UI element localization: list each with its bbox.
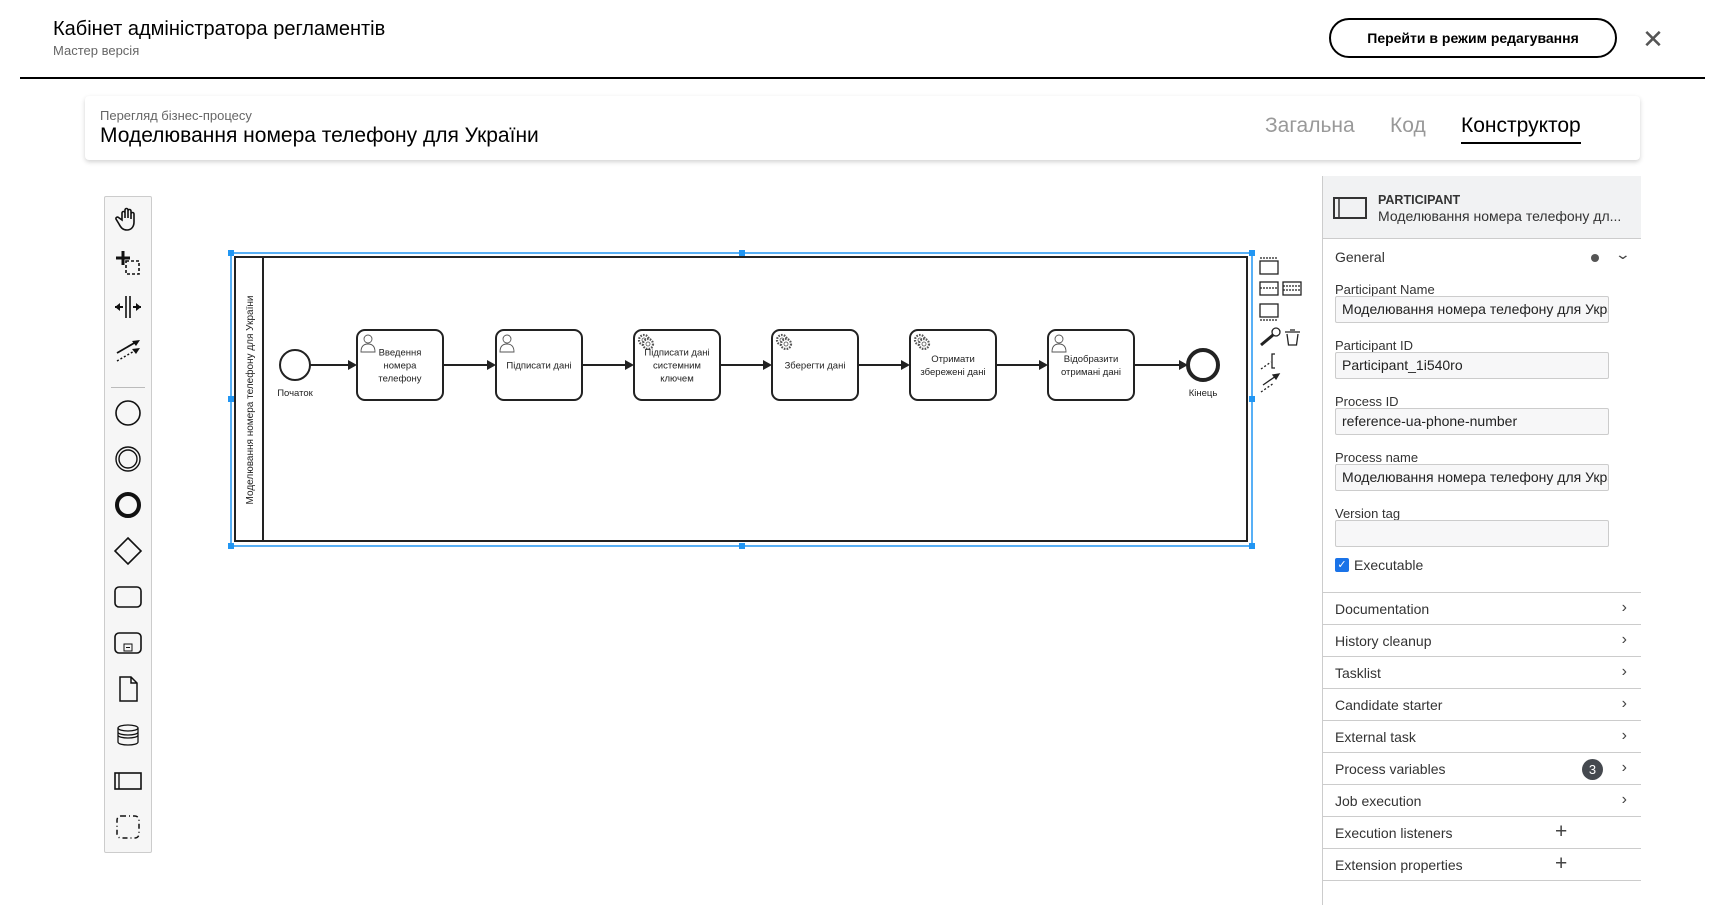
section-label: Candidate starter: [1335, 696, 1443, 713]
section-external-task[interactable]: External task ›: [1323, 721, 1641, 753]
panel-header: PARTICIPANT Моделювання номера телефону …: [1323, 176, 1641, 239]
task-label: отримані дані: [1061, 367, 1121, 378]
task-label: Отримати: [931, 354, 975, 365]
data-indicator-dot: [1591, 254, 1599, 262]
section-label: Job execution: [1335, 792, 1422, 809]
process-id-input[interactable]: reference-ua-phone-number: [1335, 408, 1609, 435]
task-label: Введення: [379, 348, 422, 359]
task-label: збережені дані: [920, 367, 985, 378]
section-label: Execution listeners: [1335, 824, 1453, 841]
participant-name-input[interactable]: Моделювання номера телефону для України: [1335, 296, 1609, 323]
service-task[interactable]: Отримати збережені дані: [909, 329, 997, 401]
chevron-right-icon: ›: [1621, 759, 1627, 776]
element-type: PARTICIPANT: [1378, 193, 1461, 207]
process-id-label: Process ID: [1335, 394, 1399, 409]
user-task[interactable]: Введення номера телефону: [356, 329, 444, 401]
task-label: номера: [384, 361, 418, 372]
trash-icon[interactable]: [1285, 329, 1300, 346]
lane-divide-three-icon[interactable]: [1282, 281, 1302, 296]
task-label: Підписати дані: [644, 348, 709, 359]
close-icon[interactable]: ✕: [1640, 26, 1666, 52]
section-execution-listeners[interactable]: Execution listeners +: [1323, 817, 1641, 849]
count-badge: 3: [1582, 759, 1603, 780]
chevron-right-icon: ›: [1621, 631, 1627, 648]
lane-insert-above-icon[interactable]: [1259, 257, 1279, 275]
tab-constructor[interactable]: Конструктор: [1461, 114, 1581, 144]
edit-mode-button[interactable]: Перейти в режим редагування: [1329, 18, 1617, 58]
properties-panel: PARTICIPANT Моделювання номера телефону …: [1322, 176, 1641, 905]
section-tasklist[interactable]: Tasklist ›: [1323, 657, 1641, 689]
connect-icon[interactable]: [1260, 353, 1275, 370]
plus-icon[interactable]: +: [1555, 820, 1567, 844]
service-task[interactable]: Підписати дані системним ключем: [633, 329, 721, 401]
section-history-cleanup[interactable]: History cleanup ›: [1323, 625, 1641, 657]
participant-id-label: Participant ID: [1335, 338, 1414, 353]
section-label: Process variables: [1335, 760, 1446, 777]
wrench-icon[interactable]: [1260, 327, 1281, 347]
data-store-icon[interactable]: [112, 719, 144, 751]
chevron-right-icon: ›: [1621, 663, 1627, 680]
executable-checkbox[interactable]: ✓: [1335, 558, 1349, 572]
chevron-right-icon: ›: [1621, 727, 1627, 744]
section-label: Documentation: [1335, 600, 1430, 617]
bpmn-canvas[interactable]: Моделювання номера телефону для України …: [0, 0, 1320, 600]
user-task[interactable]: Підписати дані: [495, 329, 583, 401]
section-label: Tasklist: [1335, 664, 1381, 681]
end-event[interactable]: [1186, 348, 1220, 382]
section-job-execution[interactable]: Job execution ›: [1323, 785, 1641, 817]
task-label: Зберегти дані: [785, 361, 846, 372]
participant-icon[interactable]: [112, 765, 144, 797]
task-label: Підписати дані: [506, 361, 571, 372]
subprocess-icon[interactable]: [112, 627, 144, 659]
section-candidate-starter[interactable]: Candidate starter ›: [1323, 689, 1641, 721]
chevron-down-icon[interactable]: ⌄: [1615, 246, 1631, 263]
task-label: системним: [653, 361, 701, 372]
lane-divide-two-icon[interactable]: [1259, 281, 1279, 296]
start-event[interactable]: [279, 349, 311, 381]
section-extension-properties[interactable]: Extension properties +: [1323, 849, 1641, 881]
task-label: телефону: [378, 374, 421, 385]
version-tag-input[interactable]: [1335, 520, 1609, 547]
lane-insert-below-icon[interactable]: [1259, 303, 1279, 321]
section-documentation[interactable]: Documentation ›: [1323, 593, 1641, 625]
chevron-right-icon: ›: [1621, 599, 1627, 616]
context-pad: [1259, 257, 1302, 393]
global-connect-icon[interactable]: [1260, 373, 1281, 393]
participant-id-input[interactable]: Participant_1i540ro: [1335, 352, 1609, 379]
chevron-right-icon: ›: [1621, 791, 1627, 808]
section-label: History cleanup: [1335, 632, 1432, 649]
task-label: Відобразити: [1064, 354, 1119, 365]
task-label: ключем: [660, 374, 694, 385]
user-task[interactable]: Відобразити отримані дані: [1047, 329, 1135, 401]
process-name-input[interactable]: Моделювання номера телефону для України: [1335, 464, 1609, 491]
participant-icon: [1333, 197, 1367, 219]
group-general-title[interactable]: General: [1335, 249, 1385, 265]
section-process-variables[interactable]: Process variables 3 ›: [1323, 753, 1641, 785]
end-event-label: Кінець: [1189, 388, 1218, 399]
executable-label: Executable: [1354, 557, 1424, 573]
plus-icon[interactable]: +: [1555, 852, 1567, 876]
data-object-icon[interactable]: [112, 673, 144, 705]
tab-code[interactable]: Код: [1390, 114, 1426, 138]
section-label: Extension properties: [1335, 856, 1463, 873]
element-name: Моделювання номера телефону дл...: [1378, 208, 1622, 224]
group-icon[interactable]: [112, 811, 144, 843]
service-task[interactable]: Зберегти дані: [771, 329, 859, 401]
version-tag-label: Version tag: [1335, 506, 1401, 521]
pool-label: Моделювання номера телефону для України: [244, 296, 256, 505]
process-name-label: Process name: [1335, 450, 1419, 465]
section-label: External task: [1335, 728, 1416, 745]
start-event-label: Початок: [277, 388, 313, 399]
chevron-right-icon: ›: [1621, 695, 1627, 712]
participant-name-label: Participant Name: [1335, 282, 1435, 297]
